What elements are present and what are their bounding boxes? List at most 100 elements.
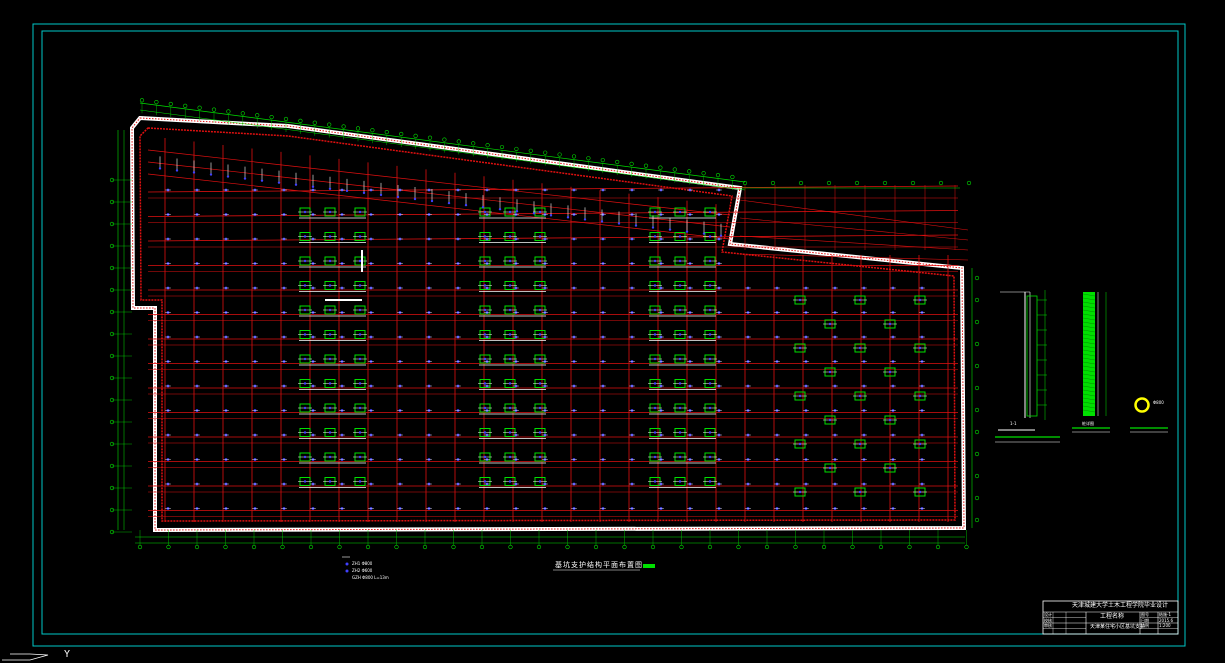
pile — [653, 308, 657, 312]
pile — [508, 235, 512, 238]
pile — [328, 406, 332, 410]
pile — [303, 210, 307, 214]
pile-detail-label: 桩详图 — [1082, 421, 1094, 426]
pile — [175, 169, 179, 172]
pile — [508, 431, 512, 434]
pile — [508, 455, 512, 459]
pile — [708, 308, 712, 312]
pile — [888, 322, 892, 326]
pile — [566, 216, 570, 219]
pile — [858, 346, 862, 350]
pile — [508, 284, 512, 287]
pile — [653, 455, 657, 459]
pile — [538, 284, 542, 287]
pile — [303, 431, 307, 434]
title-block-field-review: 审核 — [1044, 623, 1052, 628]
legend-line-1: ZH1 Φ800 — [352, 561, 373, 566]
pile — [396, 195, 400, 199]
pile — [483, 333, 487, 336]
pile — [303, 357, 307, 361]
pile — [483, 259, 487, 263]
pile — [498, 208, 502, 211]
title-block-drawing-name: 工程名称 — [1100, 613, 1125, 620]
pile — [226, 175, 230, 178]
pile — [303, 333, 307, 336]
pile — [483, 431, 487, 434]
pile — [708, 382, 712, 385]
pile — [828, 370, 832, 374]
pile — [303, 455, 307, 459]
pile — [358, 210, 362, 214]
pile — [303, 308, 307, 312]
pile — [277, 181, 281, 184]
pile — [328, 431, 332, 434]
pile — [549, 214, 553, 217]
pile — [538, 406, 542, 410]
pile — [719, 234, 723, 237]
pile — [653, 480, 657, 483]
pile — [328, 455, 332, 459]
pile — [678, 480, 682, 483]
pile — [678, 284, 682, 287]
pile — [651, 226, 655, 229]
pile — [538, 259, 542, 263]
pile — [508, 406, 512, 410]
pile — [678, 455, 682, 459]
pile — [430, 199, 434, 203]
pile — [538, 455, 542, 459]
pile — [358, 235, 362, 238]
pile — [798, 442, 802, 446]
pile — [328, 284, 332, 287]
pile — [358, 259, 362, 263]
pile — [888, 466, 892, 470]
pile — [708, 333, 712, 336]
pile — [653, 382, 657, 385]
pile — [653, 431, 657, 434]
pile — [708, 259, 712, 263]
pile — [828, 418, 832, 422]
pile — [358, 284, 362, 287]
pile — [918, 442, 922, 446]
pile — [508, 308, 512, 312]
pile — [708, 284, 712, 287]
pile — [328, 333, 332, 336]
pile — [413, 197, 417, 201]
pile — [653, 284, 657, 287]
legend-marker — [345, 569, 349, 573]
pile — [303, 235, 307, 238]
pile — [858, 298, 862, 302]
pile — [328, 235, 332, 238]
pile — [918, 298, 922, 302]
pile — [538, 333, 542, 336]
pile — [358, 406, 362, 410]
pile — [328, 308, 332, 312]
title-block-field-drawing-no: 图号 — [1141, 612, 1149, 617]
pile — [918, 394, 922, 398]
pile — [653, 333, 657, 336]
pile — [192, 171, 196, 174]
pile — [918, 346, 922, 350]
pile — [668, 228, 672, 231]
pile — [828, 466, 832, 470]
pile — [358, 308, 362, 312]
section-label: 1-1 — [1010, 421, 1017, 426]
pile — [798, 394, 802, 398]
pile — [617, 222, 621, 225]
pile — [708, 210, 712, 214]
plan-title-scale-tag — [643, 564, 655, 568]
pile — [538, 480, 542, 483]
pile — [634, 224, 638, 227]
pile — [303, 284, 307, 287]
pile — [328, 187, 332, 190]
plan-title: 基坑支护结构平面布置图 — [555, 561, 643, 569]
pile — [294, 183, 298, 186]
pile — [303, 259, 307, 263]
pile — [243, 177, 247, 180]
pile — [483, 406, 487, 410]
pile — [358, 357, 362, 361]
pile — [538, 235, 542, 238]
title-block-value-scale: 1:200 — [1159, 623, 1171, 628]
legend-marker — [345, 562, 349, 566]
pile — [358, 480, 362, 483]
legend-line-3: GZH Φ800 L=13m — [352, 575, 389, 580]
